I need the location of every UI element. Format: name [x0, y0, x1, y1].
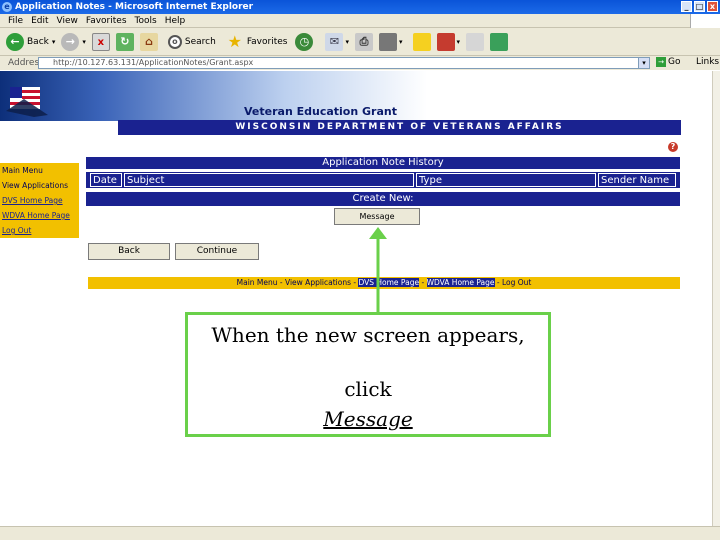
favorites-label: Favorites: [246, 36, 288, 47]
messenger-icon: [466, 32, 485, 51]
back-label: Back: [27, 36, 49, 47]
menu-help[interactable]: Help: [165, 16, 186, 26]
minimize-button[interactable]: _: [681, 1, 692, 12]
research-icon: [436, 32, 455, 51]
nav-log-out[interactable]: Log Out: [0, 223, 79, 238]
research-button[interactable]: ▾: [436, 32, 461, 51]
create-new-header: Create New:: [86, 192, 680, 206]
forward-arrow-icon: →: [61, 32, 80, 51]
stop-button[interactable]: x: [91, 32, 110, 51]
forward-button[interactable]: → ▾: [61, 32, 86, 51]
footer-sep: -: [277, 278, 285, 287]
left-nav: Main Menu View Applications DVS Home Pag…: [0, 163, 79, 238]
ie-icon: e: [2, 2, 12, 12]
search-label: Search: [184, 36, 216, 47]
footer-sep: -: [419, 278, 427, 287]
research-dropdown-icon[interactable]: ▾: [457, 38, 461, 46]
status-bar: [0, 526, 720, 540]
page-content: Veteran Education Grant WISCONSIN DEPART…: [0, 71, 712, 526]
continue-button[interactable]: Continue: [175, 243, 259, 260]
home-icon: ⌂: [139, 32, 158, 51]
people-button[interactable]: [490, 32, 509, 51]
mail-icon: ✉: [325, 32, 344, 51]
history-button[interactable]: ◷: [295, 32, 314, 51]
print-icon: ⎙: [354, 32, 373, 51]
search-button[interactable]: o Search: [167, 34, 216, 49]
people-icon: [490, 32, 509, 51]
menu-view[interactable]: View: [57, 16, 78, 26]
stop-icon: x: [91, 32, 110, 51]
close-button[interactable]: x: [707, 1, 718, 12]
callout-line-2: click: [344, 377, 392, 401]
vertical-scrollbar[interactable]: [712, 71, 720, 526]
address-input[interactable]: http://10.127.63.131/ApplicationNotes/Gr…: [38, 57, 650, 69]
nav-wdva-home-page[interactable]: WDVA Home Page: [0, 208, 79, 223]
forward-dropdown-icon[interactable]: ▾: [82, 38, 86, 46]
edit-button[interactable]: ▾: [378, 32, 403, 51]
back-page-button[interactable]: Back: [88, 243, 170, 260]
edit-icon: [378, 32, 397, 51]
col-subject: Subject: [124, 173, 414, 187]
discuss-button[interactable]: [412, 32, 431, 51]
note-history-columns: Date Subject Type Sender Name: [86, 172, 680, 188]
windows-logo-icon: [690, 14, 720, 28]
back-arrow-icon: ←: [6, 32, 24, 51]
footer-sep: -: [494, 278, 502, 287]
menu-edit[interactable]: Edit: [31, 16, 48, 26]
search-icon: o: [167, 34, 182, 49]
print-button[interactable]: ⎙: [354, 32, 373, 51]
grant-title: Veteran Education Grant: [244, 105, 397, 118]
window-controls: _ □ x: [681, 1, 718, 12]
wdva-logo-icon: [6, 87, 48, 117]
instruction-callout: When the new screen appears, click Messa…: [185, 312, 551, 437]
discuss-icon: [412, 32, 431, 51]
mail-dropdown-icon[interactable]: ▾: [345, 38, 349, 46]
callout-line-1: When the new screen appears,: [211, 323, 525, 347]
address-dropdown-icon[interactable]: ▾: [638, 57, 650, 69]
messenger-button[interactable]: [466, 32, 485, 51]
callout-line-3: Message: [323, 407, 413, 431]
footer-view-applications[interactable]: View Applications: [285, 278, 351, 287]
go-button[interactable]: → Go: [656, 57, 680, 67]
toolbar: ← Back ▾ → ▾ x ↻ ⌂ o Search ★ Favorites …: [0, 28, 720, 56]
col-date: Date: [90, 173, 122, 187]
screenshot: e Application Notes - Microsoft Internet…: [0, 0, 720, 540]
col-sender-name: Sender Name: [598, 173, 676, 187]
mail-button[interactable]: ✉ ▾: [325, 32, 349, 51]
refresh-icon: ↻: [115, 32, 134, 51]
edit-dropdown-icon[interactable]: ▾: [399, 38, 403, 46]
col-type: Type: [416, 173, 596, 187]
nav-dvs-home-page[interactable]: DVS Home Page: [0, 193, 79, 208]
window-title-bar: e Application Notes - Microsoft Internet…: [0, 0, 720, 14]
menu-favorites[interactable]: Favorites: [86, 16, 127, 26]
nav-view-applications[interactable]: View Applications: [0, 178, 79, 193]
maximize-button[interactable]: □: [694, 1, 705, 12]
message-button[interactable]: Message: [334, 208, 420, 225]
go-label: Go: [668, 57, 681, 67]
footer-wdva-home[interactable]: WDVA Home Page: [426, 278, 495, 287]
window-title: Application Notes - Microsoft Internet E…: [15, 2, 254, 12]
help-icon[interactable]: ?: [668, 142, 678, 152]
address-bar: Address http://10.127.63.131/Application…: [0, 56, 720, 70]
footer-main-menu[interactable]: Main Menu: [237, 278, 278, 287]
nav-main-menu[interactable]: Main Menu: [0, 163, 79, 178]
footer-log-out[interactable]: Log Out: [502, 278, 531, 287]
back-dropdown-icon[interactable]: ▾: [52, 38, 56, 46]
history-icon: ◷: [295, 32, 314, 51]
department-bar: WISCONSIN DEPARTMENT OF VETERANS AFFAIRS: [118, 120, 681, 135]
home-button[interactable]: ⌂: [139, 32, 158, 51]
menu-file[interactable]: File: [8, 16, 23, 26]
annotation-arrow-icon: [369, 227, 387, 313]
menu-bar: File Edit View Favorites Tools Help: [0, 14, 720, 28]
go-arrow-icon: →: [656, 57, 666, 67]
favorites-star-icon: ★: [227, 31, 242, 51]
menu-tools[interactable]: Tools: [135, 16, 157, 26]
note-history-header: Application Note History: [86, 157, 680, 169]
refresh-button[interactable]: ↻: [115, 32, 134, 51]
links-button[interactable]: Links: [696, 57, 719, 67]
back-button[interactable]: ← Back ▾: [6, 32, 56, 51]
favorites-button[interactable]: ★ Favorites: [226, 31, 288, 51]
